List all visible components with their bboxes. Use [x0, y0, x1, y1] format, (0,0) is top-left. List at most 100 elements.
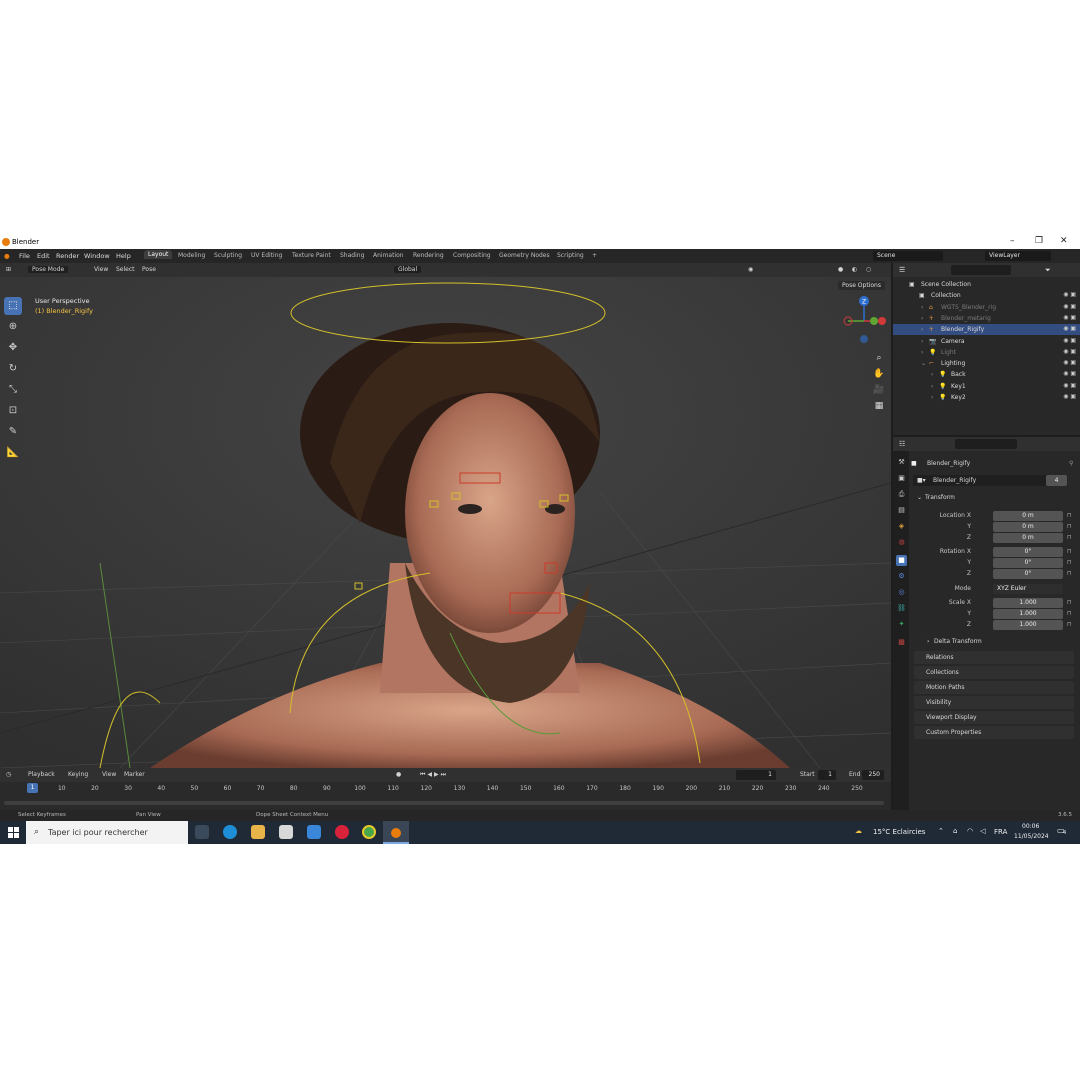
collections-panel[interactable]: Collections: [914, 666, 1074, 679]
add-workspace-button[interactable]: +: [592, 252, 597, 259]
properties-editor[interactable]: ☷ ⚒ ▣ ⎙ ▤ ◈ ◍ ■ ⚙ ◎ ⛓ ✦ ▩ ■ Blender_Rigi…: [893, 437, 1080, 810]
start-frame-field[interactable]: 1: [818, 770, 836, 780]
visibility-toggle-icon[interactable]: ◉ ▣: [1063, 393, 1076, 400]
menu-help[interactable]: Help: [116, 252, 131, 260]
microsoft-store-icon[interactable]: [279, 825, 293, 839]
select-box-tool-icon[interactable]: ⬚: [4, 297, 22, 315]
viewport-overlays-icon[interactable]: ◉: [748, 266, 753, 273]
visibility-toggle-icon[interactable]: ◉ ▣: [1063, 337, 1076, 344]
expand-chevron-icon[interactable]: ›: [921, 326, 923, 333]
frame-ruler[interactable]: 10 20 30 40 50 60 70 80 90 100 110 120 130 140 150 160 1…: [0, 783, 891, 795]
object-tab-icon[interactable]: ■: [896, 555, 907, 566]
transform-tool-icon[interactable]: ⊡: [4, 402, 22, 420]
expand-chevron-icon[interactable]: ›: [921, 304, 923, 311]
visibility-toggle-icon[interactable]: ◉ ▣: [1063, 382, 1076, 389]
delta-transform-chevron-icon[interactable]: ›: [927, 638, 929, 645]
outliner-row[interactable]: ▣ Collection ◉ ▣: [893, 290, 1080, 301]
annotate-tool-icon[interactable]: ✎: [4, 423, 22, 441]
end-frame-field[interactable]: 250: [862, 770, 884, 780]
lock-icon[interactable]: ⊓: [1067, 559, 1072, 566]
lock-icon[interactable]: ⊓: [1067, 610, 1072, 617]
timeline-menu-keying[interactable]: Keying: [68, 771, 88, 778]
measure-tool-icon[interactable]: 📐: [4, 444, 22, 462]
lock-icon[interactable]: ⊓: [1067, 534, 1072, 541]
tab-scripting[interactable]: Scripting: [557, 252, 584, 259]
viewport-menu-view[interactable]: View: [94, 266, 108, 273]
properties-search-input[interactable]: [955, 439, 1017, 449]
view-layer-selector[interactable]: ViewLayer: [985, 251, 1051, 261]
pan-hand-icon[interactable]: ✋: [872, 367, 886, 381]
timeline-editor[interactable]: ◷ Playback Keying View Marker ● ⏮◀▶⏭ 1 S…: [0, 768, 891, 810]
weather-text[interactable]: 15°C Eclaircies: [873, 828, 925, 836]
visibility-toggle-icon[interactable]: ◉ ▣: [1063, 370, 1076, 377]
expand-chevron-icon[interactable]: ›: [931, 371, 933, 378]
timeline-editor-type-icon[interactable]: ◷: [6, 771, 11, 778]
orthographic-toggle-icon[interactable]: ▦: [872, 399, 886, 413]
rotation-y-field[interactable]: 0°: [993, 558, 1063, 568]
viewport-display-panel[interactable]: Viewport Display: [914, 711, 1074, 724]
zoom-icon[interactable]: ⌕: [872, 351, 886, 365]
record-button[interactable]: ●: [396, 771, 401, 778]
blender-menu-icon[interactable]: ●: [4, 252, 10, 260]
tab-geometry-nodes[interactable]: Geometry Nodes: [499, 252, 550, 259]
expand-chevron-icon[interactable]: ›: [931, 394, 933, 401]
scale-y-field[interactable]: 1.000: [993, 609, 1063, 619]
object-name-field[interactable]: Blender_Rigify: [933, 477, 976, 484]
rotate-tool-icon[interactable]: ↻: [4, 360, 22, 378]
world-tab-icon[interactable]: ◍: [896, 537, 907, 548]
lock-icon[interactable]: ⊓: [1067, 548, 1072, 555]
playback-controls[interactable]: ⏮◀▶⏭: [420, 771, 448, 779]
transform-orientation[interactable]: Global: [394, 266, 422, 273]
physics-tab-icon[interactable]: ◎: [896, 587, 907, 598]
rotation-mode-select[interactable]: XYZ Euler: [993, 584, 1063, 594]
outliner-editor-icon[interactable]: ☰: [899, 266, 905, 274]
timeline-menu-playback[interactable]: Playback: [28, 771, 55, 778]
expand-chevron-icon[interactable]: ›: [931, 383, 933, 390]
lock-icon[interactable]: ⊓: [1067, 523, 1072, 530]
clock-time[interactable]: 00:06: [1022, 823, 1039, 830]
pin-icon[interactable]: ⚲: [1069, 460, 1073, 467]
shading-solid-icon[interactable]: ●: [838, 266, 843, 273]
transform-panel-title[interactable]: Transform: [925, 494, 955, 501]
armature-data-tab-icon[interactable]: ✦: [896, 619, 907, 630]
edge-browser-icon[interactable]: [223, 825, 237, 839]
rotation-x-field[interactable]: 0°: [993, 547, 1063, 557]
mail-icon[interactable]: [307, 825, 321, 839]
pose-options-dropdown[interactable]: Pose Options: [838, 281, 885, 290]
output-tab-icon[interactable]: ⎙: [896, 489, 907, 500]
tab-compositing[interactable]: Compositing: [453, 252, 491, 259]
expand-chevron-icon[interactable]: ›: [921, 315, 923, 322]
tool-tab-icon[interactable]: ⚒: [896, 457, 907, 468]
mode-selector[interactable]: Pose Mode: [28, 266, 69, 273]
expand-chevron-icon[interactable]: ›: [921, 338, 923, 345]
visibility-toggle-icon[interactable]: ◉ ▣: [1063, 314, 1076, 321]
relations-panel[interactable]: Relations: [914, 651, 1074, 664]
playhead[interactable]: 1: [27, 783, 38, 793]
tab-modeling[interactable]: Modeling: [178, 252, 205, 259]
filter-icon[interactable]: ⏷: [1045, 266, 1051, 275]
visibility-toggle-icon[interactable]: ◉ ▣: [1063, 359, 1076, 366]
outliner-row[interactable]: › 💡 Light ◉ ▣: [893, 347, 1080, 358]
camera-view-icon[interactable]: 🎥: [872, 383, 886, 397]
lock-icon[interactable]: ⊓: [1067, 621, 1072, 628]
windows-start-icon[interactable]: [8, 827, 19, 838]
constraints-tab-icon[interactable]: ⛓: [896, 603, 907, 614]
outliner-search-input[interactable]: [951, 265, 1011, 275]
tab-sculpting[interactable]: Sculpting: [214, 252, 242, 259]
editor-type-icon[interactable]: ⊞: [6, 266, 11, 273]
language-indicator[interactable]: FRA: [994, 828, 1007, 836]
motion-paths-panel[interactable]: Motion Paths: [914, 681, 1074, 694]
menu-file[interactable]: File: [19, 252, 30, 260]
3d-viewport[interactable]: ⊞ Pose Mode View Select Pose Global ◉ ● …: [0, 263, 891, 768]
expand-chevron-icon[interactable]: ›: [921, 349, 923, 356]
maximize-button[interactable]: ❐: [1035, 236, 1043, 246]
scale-tool-icon[interactable]: ⤡: [4, 381, 22, 399]
timeline-scrollbar[interactable]: [4, 801, 884, 805]
outliner-row[interactable]: › ☥ Blender_Rigify ◉ ▣: [893, 324, 1080, 336]
cursor-tool-icon[interactable]: ⊕: [4, 318, 22, 336]
visibility-toggle-icon[interactable]: ◉ ▣: [1063, 291, 1076, 298]
visibility-toggle-icon[interactable]: ◉ ▣: [1063, 303, 1076, 310]
delta-transform-panel[interactable]: Delta Transform: [934, 638, 982, 645]
outliner-row[interactable]: › 📷 Camera ◉ ▣: [893, 336, 1080, 347]
outliner-row[interactable]: › 💡 Key2 ◉ ▣: [893, 392, 1080, 403]
